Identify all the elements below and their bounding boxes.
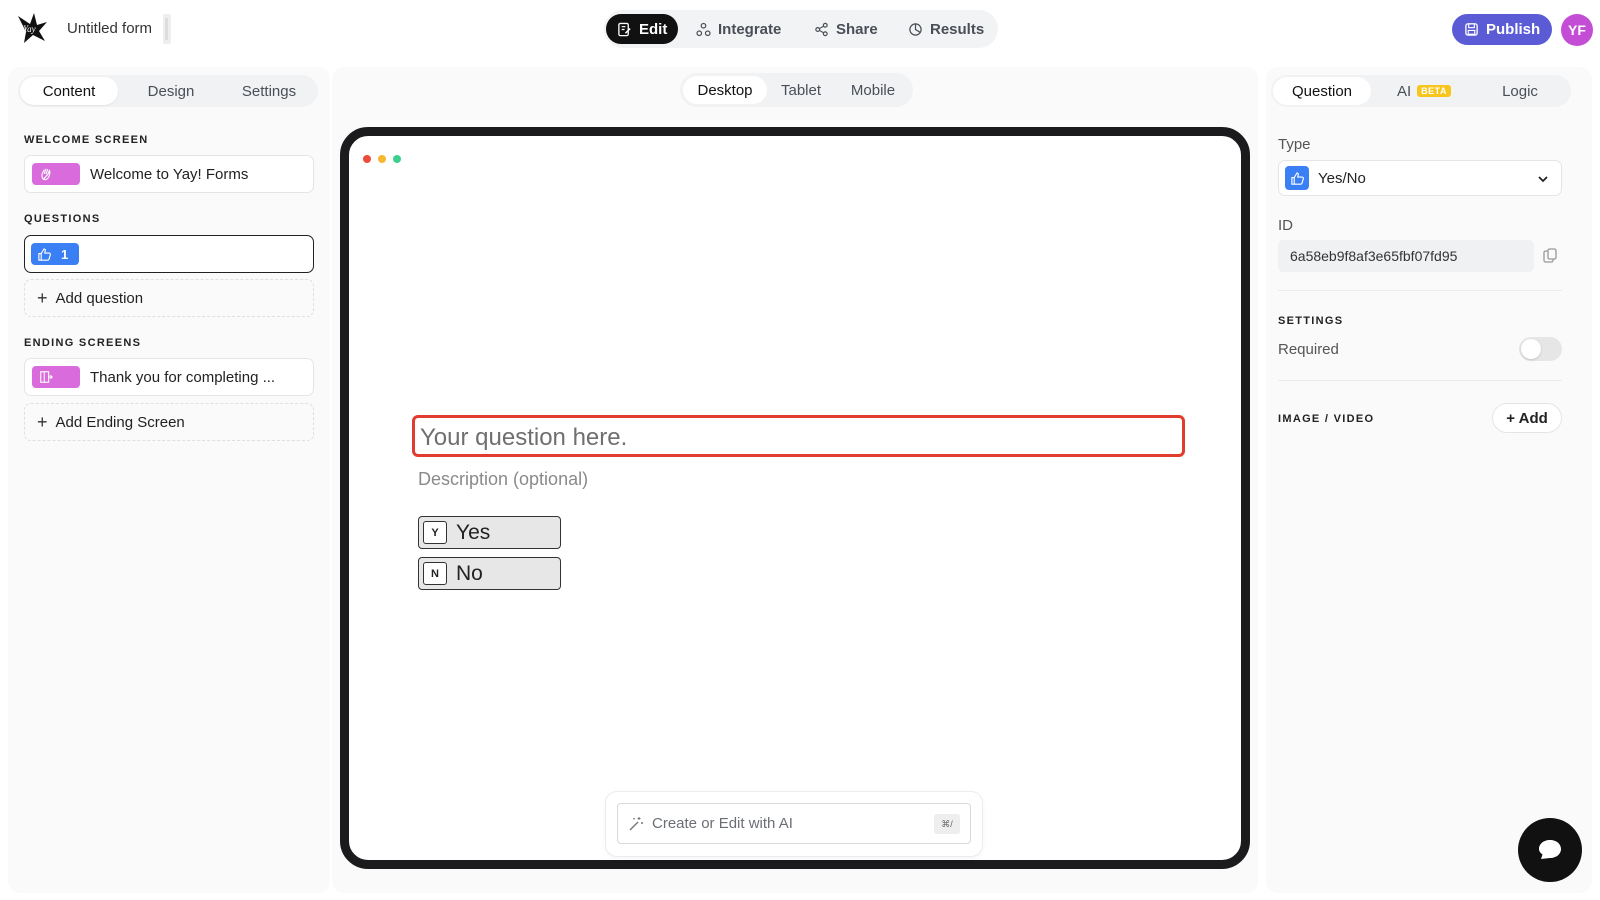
mode-integrate-button[interactable]: Integrate	[696, 14, 794, 44]
ai-prompt-container: Create or Edit with AI ⌘/	[605, 791, 983, 857]
copy-icon[interactable]	[1542, 248, 1558, 264]
title-edit-handle[interactable]	[163, 14, 171, 44]
properties-panel: Question AI BETA Logic Type Yes/No ID 6a…	[1266, 67, 1592, 893]
preview-area: Desktop Tablet Mobile Your question here…	[332, 67, 1258, 893]
type-label: Type	[1278, 136, 1311, 153]
id-label: ID	[1278, 217, 1293, 234]
device-frame: Your question here. Description (optiona…	[340, 127, 1250, 869]
add-ending-screen-button[interactable]: + Add Ending Screen	[24, 403, 314, 441]
form-title[interactable]: Untitled form	[67, 20, 152, 37]
mode-switcher: Edit Integrate Share Results	[604, 10, 998, 48]
welcome-screen-heading: WELCOME SCREEN	[24, 134, 149, 146]
required-toggle[interactable]	[1519, 337, 1562, 361]
chevron-down-icon	[1538, 176, 1548, 183]
yellow-dot	[378, 155, 386, 163]
share-icon	[815, 22, 828, 36]
ai-prompt-label: Create or Edit with AI	[652, 815, 793, 832]
mode-results-label: Results	[930, 20, 985, 38]
welcome-chip	[32, 163, 80, 185]
tab-content[interactable]: Content	[20, 77, 118, 105]
image-video-heading: IMAGE / VIDEO	[1278, 413, 1375, 425]
tab-question[interactable]: Question	[1273, 77, 1371, 105]
choice-key: Y	[423, 521, 447, 544]
question-id-field[interactable]: 6a58eb9f8af3e65fbf07fd95	[1278, 240, 1534, 272]
device-mobile[interactable]: Mobile	[836, 76, 910, 104]
tab-logic[interactable]: Logic	[1471, 77, 1569, 105]
question-type-select[interactable]: Yes/No	[1278, 160, 1562, 196]
description-input[interactable]: Description (optional)	[418, 469, 588, 490]
welcome-item-label: Welcome to Yay! Forms	[90, 165, 249, 183]
results-icon	[909, 22, 922, 36]
mode-share-label: Share	[836, 20, 878, 38]
top-bar: Yay Untitled form Edit Integrate Share R…	[0, 0, 1600, 58]
sidebar-tabs: Content Design Settings	[18, 75, 318, 107]
mode-edit-label: Edit	[639, 20, 668, 38]
add-media-button[interactable]: + Add	[1492, 403, 1562, 433]
red-dot	[363, 155, 371, 163]
beta-badge: BETA	[1417, 85, 1452, 97]
mode-integrate-label: Integrate	[718, 20, 782, 38]
save-icon	[1465, 23, 1478, 36]
mode-edit-button[interactable]: Edit	[606, 14, 678, 44]
integrate-icon	[696, 22, 711, 36]
add-question-button[interactable]: + Add question	[24, 279, 314, 317]
hand-wave-icon	[41, 168, 51, 181]
add-question-label: Add question	[55, 289, 144, 307]
add-ending-label: Add Ending Screen	[55, 413, 185, 431]
tab-ai-label: AI	[1396, 82, 1412, 100]
choice-no[interactable]: N No	[418, 557, 561, 590]
type-chip	[1285, 166, 1309, 190]
welcome-screen-item[interactable]: Welcome to Yay! Forms	[24, 155, 314, 193]
plus-icon: +	[37, 287, 48, 308]
edit-icon	[618, 22, 631, 36]
content-sidebar: Content Design Settings WELCOME SCREEN W…	[8, 67, 330, 893]
divider	[1278, 380, 1562, 381]
settings-heading: SETTINGS	[1278, 315, 1344, 327]
yay-logo[interactable]: Yay	[14, 10, 50, 46]
tab-design[interactable]: Design	[122, 77, 220, 105]
choice-label: No	[456, 561, 483, 585]
choice-key: N	[423, 562, 447, 585]
publish-label: Publish	[1486, 21, 1541, 38]
choice-label: Yes	[456, 520, 491, 544]
mode-results-button[interactable]: Results	[908, 14, 992, 44]
divider	[1278, 290, 1562, 291]
ending-screen-item[interactable]: Thank you for completing ...	[24, 358, 314, 396]
mode-share-button[interactable]: Share	[814, 14, 884, 44]
tab-settings[interactable]: Settings	[220, 77, 318, 105]
window-dots	[363, 150, 408, 168]
choice-yes[interactable]: Y Yes	[418, 516, 561, 549]
thumbs-up-icon	[38, 247, 51, 261]
type-value: Yes/No	[1318, 169, 1366, 187]
publish-button[interactable]: Publish	[1452, 14, 1552, 45]
question-title-input[interactable]: Your question here.	[412, 415, 1185, 457]
green-dot	[393, 155, 401, 163]
device-desktop[interactable]: Desktop	[683, 76, 767, 104]
question-chip: 1	[31, 243, 79, 265]
support-chat-button[interactable]	[1518, 818, 1582, 882]
question-placeholder: Your question here.	[420, 424, 628, 451]
thumbs-up-icon	[1290, 171, 1304, 185]
device-switcher: Desktop Tablet Mobile	[680, 73, 913, 107]
chat-icon	[1539, 840, 1561, 859]
tab-ai[interactable]: AI BETA	[1375, 77, 1473, 105]
ending-chip	[32, 366, 80, 388]
user-avatar[interactable]: YF	[1561, 14, 1593, 46]
exit-door-icon	[40, 371, 53, 383]
ending-item-label: Thank you for completing ...	[90, 368, 276, 386]
properties-tabs: Question AI BETA Logic	[1271, 75, 1571, 107]
magic-wand-icon	[629, 816, 643, 830]
svg-text:Yay: Yay	[23, 24, 36, 34]
device-tablet[interactable]: Tablet	[769, 76, 833, 104]
required-label: Required	[1278, 341, 1339, 358]
question-item-1[interactable]: 1	[24, 235, 314, 273]
shortcut-badge: ⌘/	[934, 814, 960, 834]
plus-icon: +	[37, 411, 48, 432]
questions-heading: QUESTIONS	[24, 213, 101, 225]
ai-prompt-input[interactable]: Create or Edit with AI ⌘/	[617, 803, 971, 844]
ending-screens-heading: ENDING SCREENS	[24, 337, 142, 349]
question-number: 1	[61, 246, 69, 262]
